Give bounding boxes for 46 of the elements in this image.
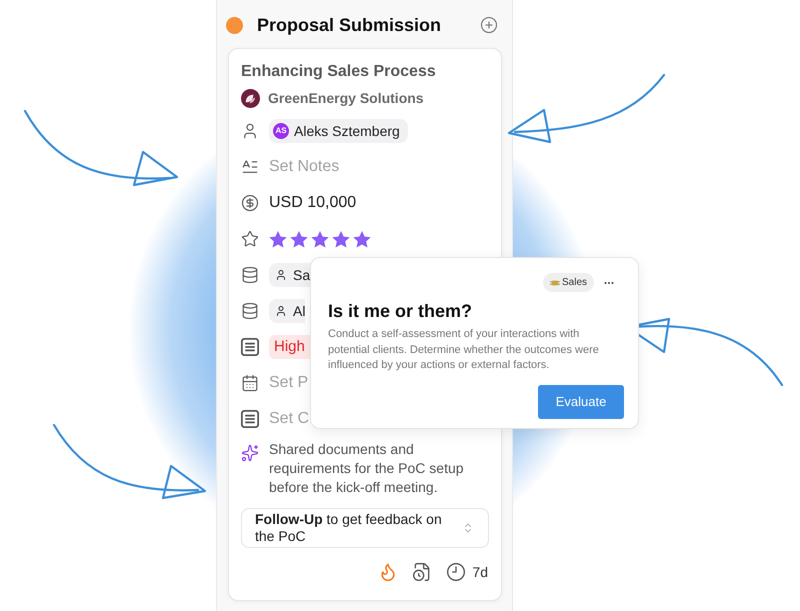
text-format-icon — [241, 158, 259, 176]
person-icon — [275, 269, 287, 281]
column-title: Proposal Submission — [257, 14, 442, 37]
avatar: AS — [273, 123, 289, 139]
due-label: 7d — [472, 562, 488, 582]
sparkle-icon — [241, 444, 259, 462]
money-icon — [550, 278, 560, 286]
chevron-up-down-icon — [462, 522, 474, 534]
dollar-icon — [241, 194, 259, 212]
note-text: Shared documents and requirements for the PoC setup before the kick-off meeting. — [269, 440, 465, 497]
database-icon — [241, 266, 259, 284]
add-button[interactable] — [480, 16, 498, 34]
leaf-logo-icon — [241, 88, 260, 108]
popup-description: Conduct a self-assessment of your interactions with potential clients. Determine whether the outcomes were influenced by your actions or external factors. — [328, 327, 600, 373]
contact-name: Sa — [293, 266, 310, 284]
set-value-button[interactable]: Set Notes — [269, 157, 340, 177]
set-value-button[interactable]: Set P — [269, 373, 308, 393]
evaluate-button[interactable]: Evaluate — [538, 385, 624, 419]
list-icon — [241, 410, 259, 428]
star-icon[interactable] — [332, 230, 350, 248]
clock-icon — [446, 562, 466, 582]
person-name: Aleks Sztemberg — [294, 122, 400, 141]
star-icon[interactable] — [269, 230, 287, 248]
person-icon — [241, 122, 259, 140]
person-icon — [275, 305, 287, 317]
list-icon — [241, 338, 259, 356]
star-icon[interactable] — [353, 230, 371, 248]
company-name: GreenEnergy Solutions — [268, 88, 424, 108]
plus-circle-icon — [480, 16, 498, 34]
star-icon[interactable] — [311, 230, 329, 248]
person-chip[interactable]: AS Aleks Sztemberg — [269, 119, 408, 143]
next-step-select[interactable]: Follow-Up to get feedback on the PoC — [241, 508, 489, 548]
star-icon — [241, 230, 259, 248]
amount-value: USD 10,000 — [269, 193, 356, 213]
contact-name: Al — [293, 302, 306, 320]
file-clock-icon[interactable] — [412, 562, 432, 582]
priority-tag[interactable]: High — [269, 335, 310, 359]
database-icon — [241, 302, 259, 320]
calendar-icon — [241, 374, 259, 392]
contact-chip[interactable]: Sa — [269, 263, 310, 287]
set-value-button[interactable]: Set C — [269, 409, 310, 429]
popup-title: Is it me or them? — [328, 300, 474, 323]
star-icon[interactable] — [290, 230, 308, 248]
card-title: Enhancing Sales Process — [241, 62, 437, 82]
contact-chip[interactable]: Al — [269, 299, 306, 323]
category-label: Sales — [562, 276, 587, 290]
